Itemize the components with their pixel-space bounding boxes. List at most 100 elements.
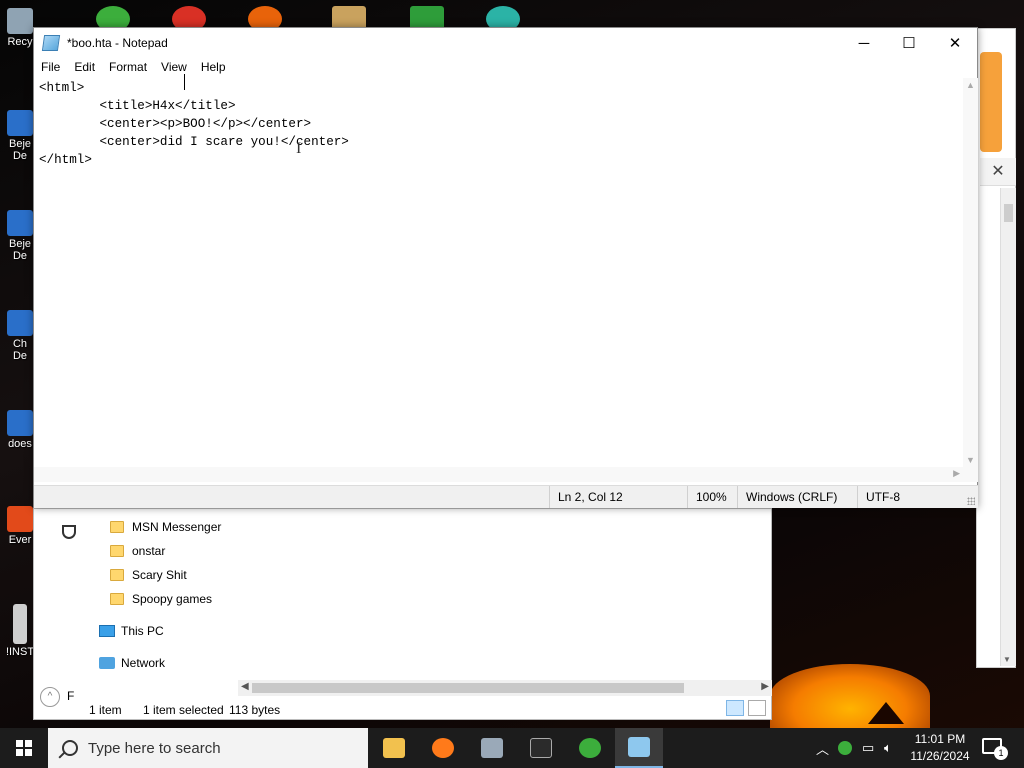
selected-size: 113 bytes (229, 703, 281, 717)
network-icon: ▭ (862, 740, 875, 755)
folder-icon (110, 521, 124, 533)
windows-logo-icon (16, 740, 32, 756)
window-title: *boo.hta - Notepad (67, 36, 168, 50)
background-window-scrollbar[interactable]: ▼ (1000, 188, 1016, 666)
nav-folder-spoopy-games[interactable]: Spoopy games (110, 588, 212, 610)
tray-network[interactable]: ▭ (862, 728, 874, 768)
taskbar-msn-messenger[interactable] (566, 728, 614, 768)
nav-folder-scary-shit[interactable]: Scary Shit (110, 564, 187, 586)
shield-icon (62, 525, 76, 539)
scroll-right-arrow-icon[interactable]: ▶ (761, 681, 769, 692)
shortcut-icon (7, 210, 33, 236)
notepad-icon (628, 737, 650, 757)
nav-this-pc[interactable]: This PC (99, 620, 164, 642)
wallpaper-pumpkin (770, 664, 930, 728)
item-count: 1 item (89, 703, 122, 717)
nav-item-label: Scary Shit (132, 568, 187, 582)
taskbar-notepad[interactable] (615, 728, 663, 768)
nav-item-label: MSN Messenger (132, 520, 222, 534)
cursor-position: Ln 2, Col 12 (549, 486, 686, 508)
messenger-icon (579, 738, 601, 758)
horizontal-scrollbar[interactable]: ▶ (34, 467, 978, 482)
volume-icon: 🔈︎ (884, 740, 892, 755)
nav-item-label: This PC (121, 624, 164, 638)
selected-count: 1 item selected (143, 703, 224, 717)
taskbar-search-box[interactable]: Type here to search (48, 728, 368, 768)
notification-badge: 1 (994, 746, 1008, 760)
command-prompt-icon (530, 738, 552, 758)
notepad-window: *boo.hta - Notepad ─ ☐ ✕ File Edit Forma… (33, 27, 978, 508)
nav-network[interactable]: Network (99, 652, 165, 674)
background-window-graphic (980, 52, 1002, 152)
taskbar-command-prompt[interactable] (517, 728, 565, 768)
control-panel-icon (481, 738, 503, 758)
scrollbar-thumb[interactable] (252, 683, 684, 693)
close-button[interactable]: ✕ (932, 28, 978, 58)
notepad-app-icon[interactable] (41, 35, 61, 51)
menu-file[interactable]: File (34, 58, 67, 78)
taskbar: Type here to search ︿ ▭ 🔈︎ 11:01 PM 11/2… (0, 728, 1024, 768)
chevron-up-icon: ︿ (816, 741, 830, 757)
menu-help[interactable]: Help (194, 58, 233, 78)
text-editor[interactable]: <html> <title>H4x</title> <center><p>BOO… (34, 78, 963, 467)
shortcut-icon (7, 506, 33, 532)
clock-date: 11/26/2024 (910, 749, 970, 763)
folder-icon (110, 569, 124, 581)
scroll-left-arrow-icon[interactable]: ◀ (241, 681, 249, 692)
shortcut-icon (7, 410, 33, 436)
ibeam-cursor-icon: I (296, 140, 302, 157)
vertical-scrollbar[interactable]: ▲ ▼ (963, 78, 978, 467)
shortcut-icon (7, 110, 33, 136)
shortcut-icon (7, 310, 33, 336)
nav-item-label: onstar (132, 544, 166, 558)
firefox-icon (432, 738, 454, 758)
network-icon (99, 657, 115, 669)
editor-content[interactable]: <html> <title>H4x</title> <center><p>BOO… (34, 78, 963, 169)
encoding: UTF-8 (857, 486, 965, 508)
scroll-right-arrow-icon[interactable]: ▶ (953, 468, 960, 479)
large-icons-view-button[interactable] (748, 700, 766, 716)
clock-time: 11:01 PM (914, 732, 966, 746)
menu-format[interactable]: Format (102, 58, 154, 78)
scrollbar-thumb[interactable] (1004, 204, 1013, 222)
title-bar[interactable]: *boo.hta - Notepad ─ ☐ ✕ (34, 28, 977, 58)
folder-icon (383, 738, 405, 758)
start-button[interactable] (0, 728, 48, 768)
taskbar-file-explorer[interactable] (370, 728, 418, 768)
taskbar-clock[interactable]: 11:01 PM 11/26/2024 (906, 731, 974, 765)
line-ending: Windows (CRLF) (737, 486, 857, 508)
tray-volume[interactable]: 🔈︎ (884, 728, 892, 768)
scroll-down-arrow-icon[interactable]: ▼ (966, 455, 975, 465)
nav-item-label: Network (121, 656, 166, 670)
scroll-down-arrow-icon[interactable]: ▼ (1003, 655, 1011, 664)
folder-icon (110, 593, 124, 605)
details-view-button[interactable] (726, 700, 744, 716)
search-placeholder: Type here to search (88, 739, 221, 757)
folder-icon (110, 545, 124, 557)
file-explorer-window: MSN Messenger onstar Scary Shit Spoopy g… (33, 508, 772, 720)
show-hidden-icons-button[interactable]: ︿ (816, 728, 829, 768)
background-window-close-button[interactable]: ✕ (980, 158, 1016, 186)
maximize-button[interactable]: ☐ (886, 28, 932, 58)
nav-item-label: Spoopy games (132, 592, 213, 606)
menu-edit[interactable]: Edit (67, 58, 102, 78)
text-caret (184, 74, 185, 90)
scroll-up-arrow-icon[interactable]: ▲ (966, 80, 975, 90)
recycle-bin-icon (7, 8, 33, 34)
nav-folder-onstar[interactable]: onstar (110, 540, 165, 562)
taskbar-firefox[interactable] (419, 728, 467, 768)
messenger-tray-icon (838, 741, 852, 755)
resize-grip-icon[interactable] (967, 497, 975, 505)
status-bar: Ln 2, Col 12 100% Windows (CRLF) UTF-8 (34, 485, 978, 508)
file-icon (13, 604, 27, 644)
zoom-level: 100% (687, 486, 737, 508)
explorer-horizontal-scrollbar[interactable]: ◀ ▶ (238, 680, 772, 696)
menu-view[interactable]: View (154, 58, 194, 78)
explorer-status-bar: 1 item 1 item selected 113 bytes (34, 699, 771, 719)
tray-messenger[interactable] (838, 728, 852, 768)
computer-icon (99, 625, 115, 637)
nav-folder-msn-messenger[interactable]: MSN Messenger (110, 516, 221, 538)
taskbar-control-panel[interactable] (468, 728, 516, 768)
menu-bar: File Edit Format View Help (34, 58, 233, 78)
minimize-button[interactable]: ─ (841, 28, 887, 58)
